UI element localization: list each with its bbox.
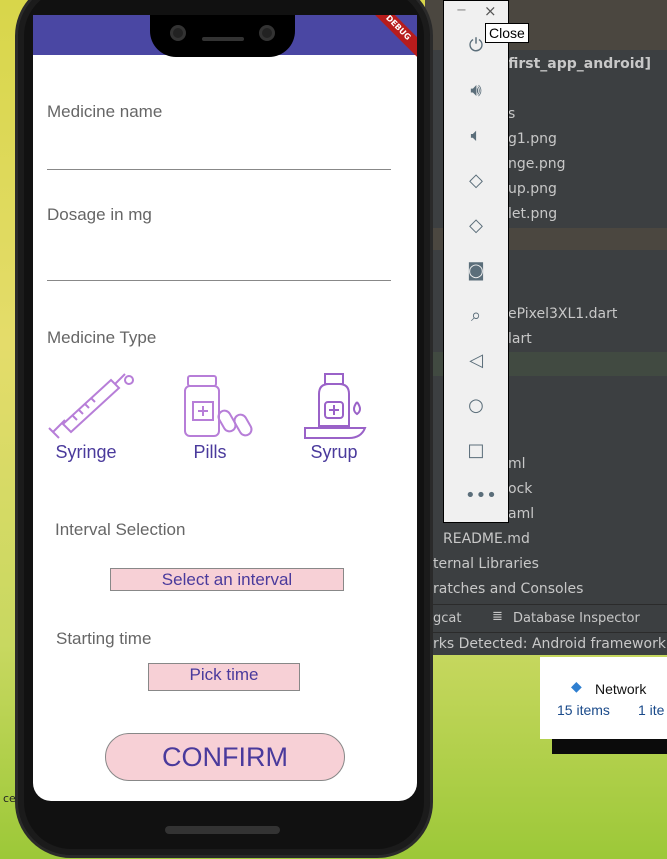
syringe-icon — [48, 373, 134, 439]
volume-down-icon[interactable]: 🔈︎ — [465, 125, 487, 147]
file-item[interactable]: g1.png — [508, 131, 557, 147]
medicine-type-syrup[interactable]: Syrup — [279, 370, 389, 465]
file-item[interactable]: let.png — [508, 206, 557, 222]
selected-count: 1 ite — [638, 702, 665, 718]
status-text: rks Detected: Android framework is — [433, 636, 667, 652]
file-item[interactable]: ock — [508, 481, 532, 497]
item-count: 15 items — [557, 702, 610, 718]
explorer-title: Network — [595, 681, 647, 697]
select-interval-button[interactable]: Select an interval — [110, 568, 344, 591]
dosage-input[interactable] — [47, 280, 391, 281]
file-item[interactable]: ml — [508, 456, 526, 472]
tree-item[interactable]: ternal Libraries — [433, 556, 539, 572]
file-item[interactable]: aml — [508, 506, 534, 522]
database-icon: ≣ — [492, 609, 503, 624]
file-item[interactable]: nge.png — [508, 156, 565, 172]
rotate-right-icon[interactable]: ◇ — [465, 215, 487, 237]
overview-icon[interactable]: □ — [465, 440, 487, 462]
medicine-type-pills[interactable]: Pills — [155, 370, 265, 465]
syrup-label: Syrup — [310, 442, 358, 462]
close-tooltip: Close — [485, 23, 529, 43]
confirm-button[interactable]: CONFIRM — [105, 733, 345, 781]
emulator-toolbar: − × ⏻ 🔊︎ 🔈︎ ◇ ◇ ◙ ⌕ ◁ ○ □ ••• — [443, 0, 509, 523]
power-icon[interactable]: ⏻ — [465, 35, 487, 57]
tab-logcat[interactable]: gcat — [433, 611, 461, 626]
camera-icon[interactable]: ◙ — [465, 260, 487, 282]
medicine-type-syringe[interactable]: Syringe — [33, 370, 143, 465]
pills-label: Pills — [193, 442, 227, 462]
medicine-type-label: Medicine Type — [47, 328, 157, 347]
app-screen: DEBUG Medicine name Dosage in mg Medicin… — [33, 15, 417, 801]
speaker-grille — [165, 826, 280, 834]
rotate-left-icon[interactable]: ◇ — [465, 170, 487, 192]
file-item[interactable]: up.png — [508, 181, 557, 197]
syrup-icon — [304, 373, 367, 439]
desktop-label: ce — [3, 792, 16, 805]
network-icon: ◆ — [571, 679, 582, 695]
notch — [150, 15, 295, 57]
tab-database-inspector[interactable]: Database Inspector — [513, 611, 640, 626]
medicine-name-input[interactable] — [47, 169, 391, 170]
close-button[interactable]: × — [484, 2, 497, 20]
pills-icon — [184, 375, 253, 437]
interval-label: Interval Selection — [55, 520, 186, 539]
file-item[interactable]: s — [508, 106, 515, 122]
project-root[interactable]: first_app_android] — [508, 56, 651, 72]
tree-item[interactable]: ratches and Consoles — [433, 581, 583, 597]
file-item[interactable]: lart — [508, 331, 532, 347]
volume-up-icon[interactable]: 🔊︎ — [465, 80, 487, 102]
back-icon[interactable]: ◁ — [465, 350, 487, 372]
pick-time-button[interactable]: Pick time — [148, 663, 300, 691]
dosage-label: Dosage in mg — [47, 205, 152, 224]
home-icon[interactable]: ○ — [465, 395, 487, 417]
medicine-name-label: Medicine name — [47, 102, 163, 121]
file-item[interactable]: ePixel3XL1.dart — [508, 306, 617, 322]
zoom-icon[interactable]: ⌕ — [465, 305, 487, 327]
more-icon[interactable]: ••• — [465, 485, 497, 507]
minimize-button[interactable]: − — [456, 3, 467, 18]
starting-time-label: Starting time — [56, 629, 152, 648]
syringe-label: Syringe — [55, 442, 117, 462]
explorer-window: ◆ Network 15 items 1 ite — [540, 657, 667, 739]
file-item[interactable]: README.md — [443, 531, 530, 547]
